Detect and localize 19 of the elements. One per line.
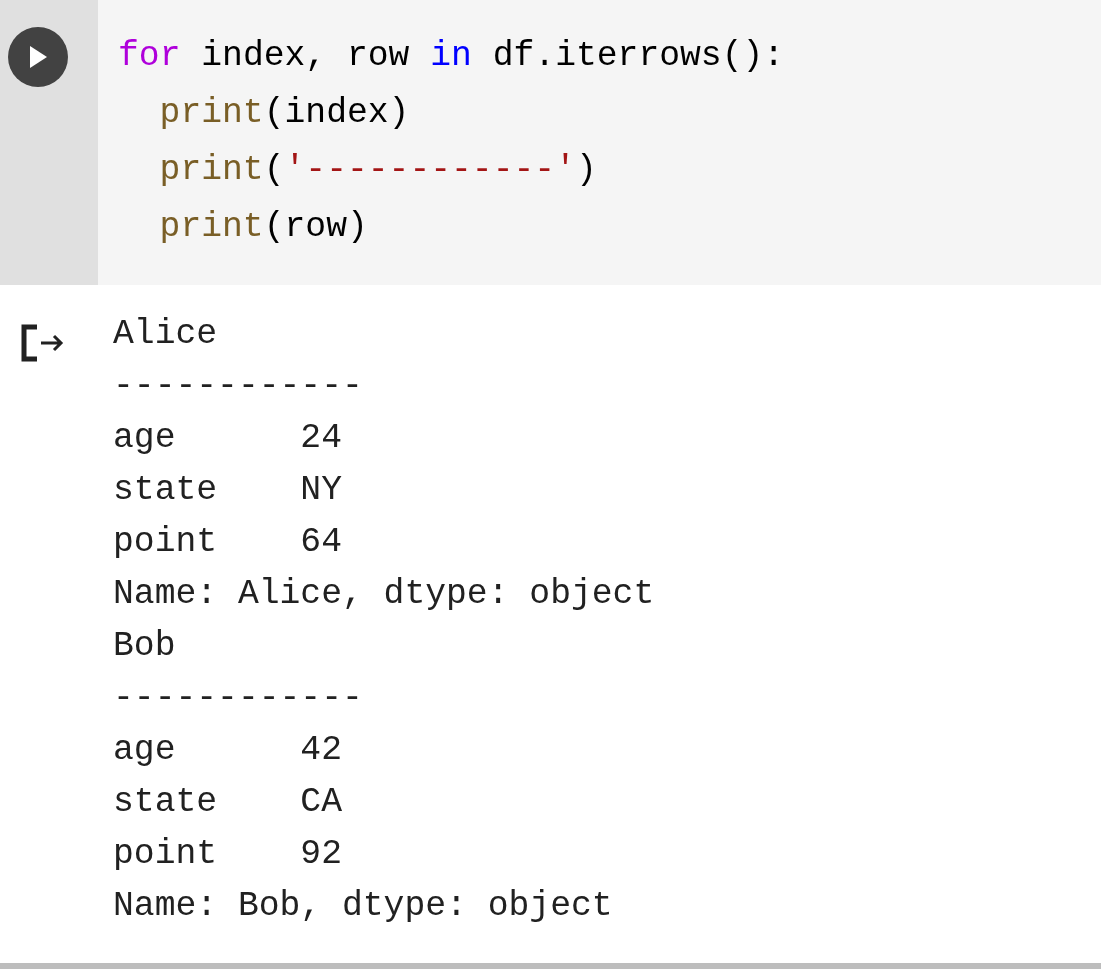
play-icon (28, 45, 48, 69)
output-line: ------------ (113, 677, 363, 719)
run-button[interactable] (8, 27, 68, 87)
code-line: print(index) (159, 96, 410, 131)
output-line: age 42 (113, 729, 342, 771)
output-line: ------------ (113, 365, 363, 407)
code-line: for index, row in df.iterrows(): (118, 39, 785, 74)
output-line: age 24 (113, 417, 342, 459)
output-line: point 92 (113, 833, 342, 875)
code-line: print(row) (159, 210, 368, 245)
output-line: state NY (113, 469, 342, 511)
output-line: Name: Bob, dtype: object (113, 885, 613, 927)
output-line: Alice (113, 313, 218, 355)
output-line: Bob (113, 625, 176, 667)
output-line: point 64 (113, 521, 342, 563)
code-line: print('------------') (159, 153, 597, 188)
output-line: state CA (113, 781, 342, 823)
output-line: Name: Alice, dtype: object (113, 573, 655, 615)
output-icon (21, 324, 65, 362)
